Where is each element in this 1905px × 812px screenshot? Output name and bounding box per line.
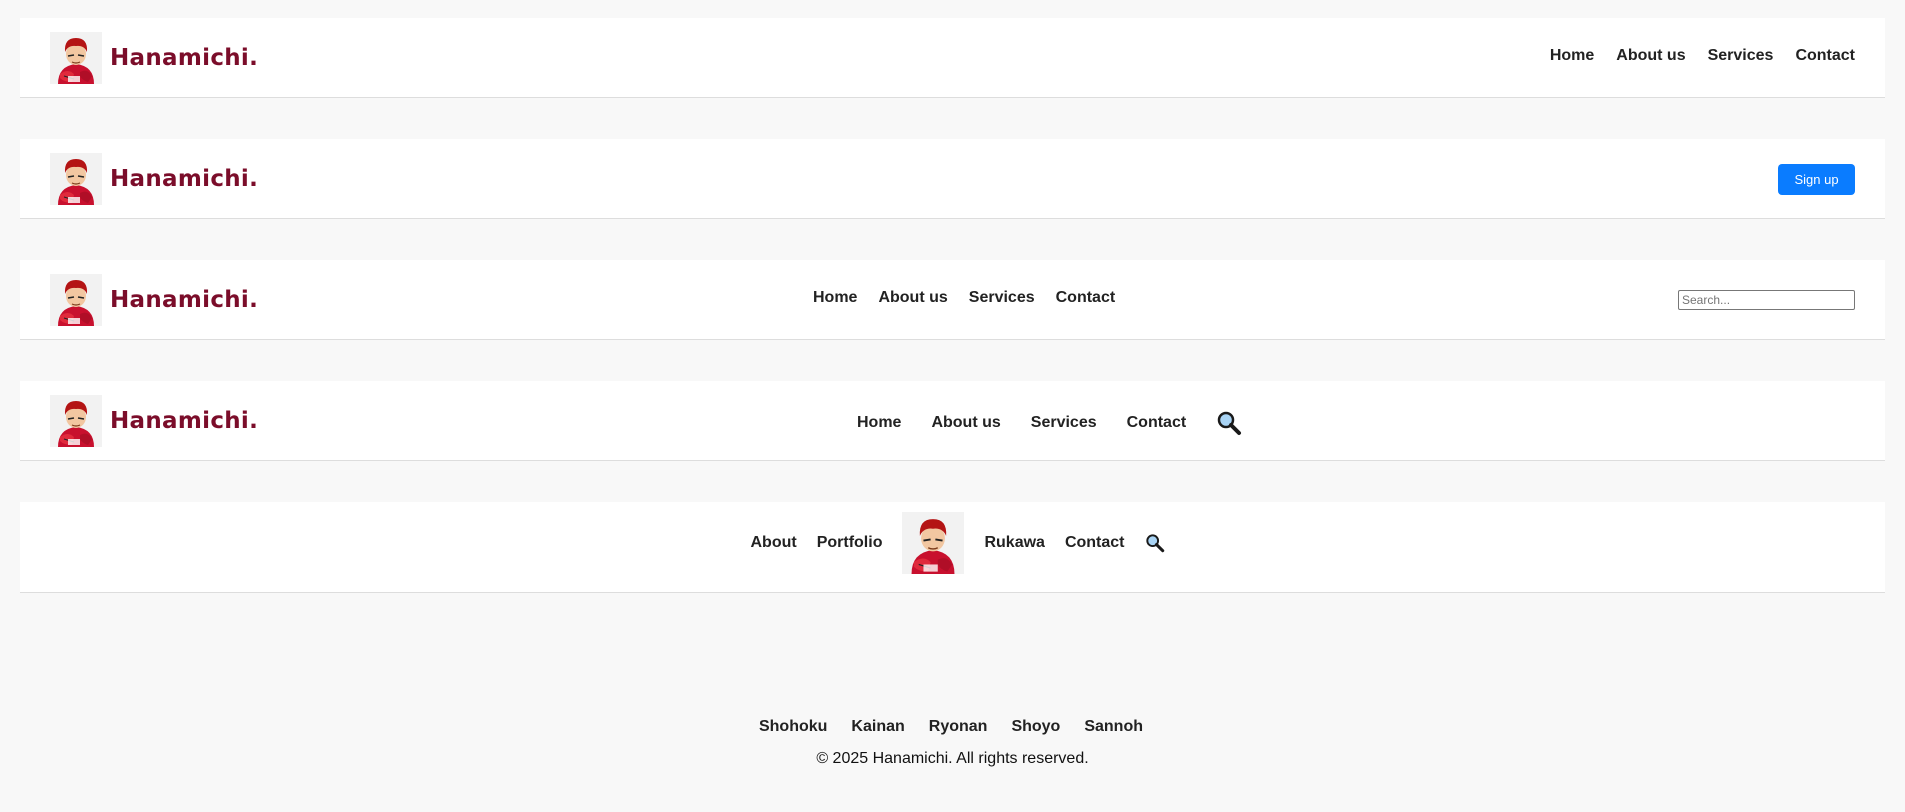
logo-icon — [50, 32, 102, 84]
nav-links: Home About us Services Contact — [1528, 47, 1855, 65]
footer-links: Shohoku Kainan Ryonan Shoyo Sannoh — [0, 718, 1905, 736]
logo-icon — [50, 153, 102, 205]
brand-link[interactable]: Hanamichi. — [50, 153, 258, 205]
brand-name: Hanamichi. — [110, 166, 259, 192]
footer-link-sannoh[interactable]: Sannoh — [1084, 718, 1143, 736]
brand-link[interactable]: Hanamichi. — [50, 274, 258, 326]
nav-link-contact[interactable]: Contact — [1065, 534, 1125, 552]
brand-link[interactable]: Hanamichi. — [50, 32, 258, 84]
navbar-1: Hanamichi. Home About us Services Contac… — [20, 18, 1885, 98]
brand-link[interactable]: Hanamichi. — [50, 395, 258, 447]
nav-link-portfolio[interactable]: Portfolio — [817, 534, 883, 552]
logo-icon — [50, 395, 102, 447]
nav-link-about[interactable]: About us — [931, 414, 1000, 432]
nav-link-contact[interactable]: Contact — [1056, 289, 1116, 307]
footer: Shohoku Kainan Ryonan Shoyo Sannoh © 202… — [0, 718, 1905, 768]
nav-link-home[interactable]: Home — [813, 289, 857, 307]
nav-link-about[interactable]: About — [751, 534, 797, 552]
brand-name: Hanamichi. — [110, 45, 259, 71]
search-input[interactable] — [1678, 290, 1855, 310]
brand-name: Hanamichi. — [110, 287, 259, 313]
nav-links: Home About us Services Contact — [857, 410, 1242, 436]
search-icon[interactable] — [1145, 533, 1165, 553]
navbar-4: Hanamichi. Home About us Services Contac… — [20, 381, 1885, 461]
search-icon[interactable] — [1216, 410, 1242, 436]
copyright-text: © 2025 Hanamichi. All rights reserved. — [816, 750, 1089, 767]
footer-link-ryonan[interactable]: Ryonan — [929, 718, 988, 736]
logo-icon[interactable] — [902, 512, 965, 574]
nav-link-contact[interactable]: Contact — [1127, 414, 1187, 432]
nav-link-services[interactable]: Services — [969, 289, 1035, 307]
navbar-2: Hanamichi. Sign up — [20, 139, 1885, 219]
nav-link-about[interactable]: About us — [1616, 47, 1685, 65]
nav-link-services[interactable]: Services — [1031, 414, 1097, 432]
logo-icon — [50, 274, 102, 326]
centered-nav: About Portfolio Rukawa Contact — [20, 512, 1885, 574]
navbar-5: About Portfolio Rukawa Contact — [20, 502, 1885, 593]
nav-link-rukawa[interactable]: Rukawa — [984, 534, 1044, 552]
footer-link-shohoku[interactable]: Shohoku — [759, 718, 827, 736]
nav-link-services[interactable]: Services — [1708, 47, 1774, 65]
nav-link-about[interactable]: About us — [878, 289, 947, 307]
footer-link-kainan[interactable]: Kainan — [851, 718, 904, 736]
footer-link-shoyo[interactable]: Shoyo — [1011, 718, 1060, 736]
nav-link-home[interactable]: Home — [857, 414, 901, 432]
signup-button[interactable]: Sign up — [1778, 164, 1855, 195]
nav-link-contact[interactable]: Contact — [1795, 47, 1855, 65]
navbar-3: Hanamichi. Home About us Services Contac… — [20, 260, 1885, 340]
nav-link-home[interactable]: Home — [1550, 47, 1594, 65]
brand-name: Hanamichi. — [110, 408, 259, 434]
nav-links: Home About us Services Contact — [813, 289, 1136, 307]
